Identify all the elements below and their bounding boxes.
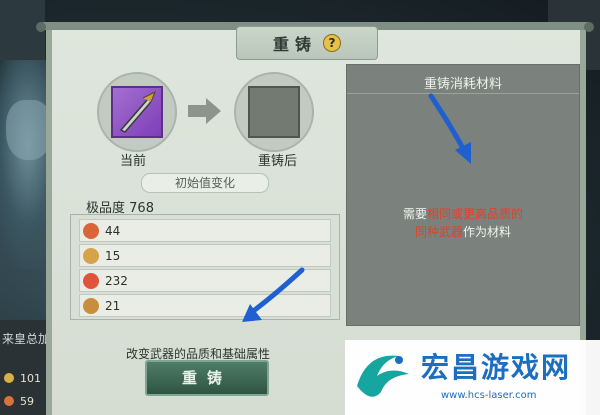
sword-attack-icon [83, 222, 99, 239]
current-label: 当前 [120, 154, 147, 169]
dialog-title: 重铸 [272, 35, 317, 54]
background-stat-attack: 101 [4, 372, 41, 385]
msg-highlight-weapon: 同种武器 [414, 225, 463, 239]
site-watermark: 宏昌游戏网 www.hcs-laser.com [345, 340, 600, 415]
msg-highlight-quality: 相同或更高品质的 [427, 207, 524, 221]
material-cost-title: 重铸消耗材料 [423, 77, 502, 92]
reforge-button[interactable]: 重铸 [145, 360, 269, 396]
shield-icon [83, 297, 99, 314]
transform-arrow-icon [188, 96, 222, 130]
current-weapon-slot[interactable] [97, 72, 177, 152]
stat-value: 15 [105, 248, 121, 263]
watermark-url: www.hcs-laser.com [441, 390, 537, 401]
msg-suffix: 作为材料 [463, 225, 512, 239]
weapon-icon [111, 86, 163, 138]
reforged-weapon-slot[interactable] [234, 72, 314, 152]
background-stat-value: 59 [20, 395, 34, 408]
dialog-title-plate: 重铸 ? [236, 26, 378, 60]
scroll-rod-end-left [36, 22, 46, 32]
watermark-site-name: 宏昌游戏网 [421, 351, 572, 384]
stat-value: 44 [105, 223, 121, 238]
background-stat-defense: 59 [4, 395, 34, 408]
watermark-logo-icon [357, 355, 409, 397]
hp-icon [83, 247, 99, 264]
after-label: 重铸后 [258, 154, 298, 169]
defense-icon [4, 396, 14, 406]
annotation-arrow-icon [428, 93, 471, 164]
stat-row: 44 [79, 219, 331, 242]
material-requirement-text: 需要相同或更高品质的 同种武器作为材料 [365, 205, 561, 241]
background-stat-value: 101 [20, 372, 41, 385]
help-icon[interactable]: ? [323, 34, 341, 52]
stat-value: 21 [105, 298, 121, 313]
stat-value: 232 [105, 273, 128, 288]
annotation-arrow-icon [242, 267, 305, 322]
attack-icon [4, 373, 14, 383]
msg-prefix: 需要 [402, 207, 427, 221]
flame-icon [83, 272, 99, 289]
scroll-rod-end-right [584, 22, 594, 32]
initial-value-change-header: 初始值变化 [141, 173, 269, 193]
empty-slot [248, 86, 300, 138]
